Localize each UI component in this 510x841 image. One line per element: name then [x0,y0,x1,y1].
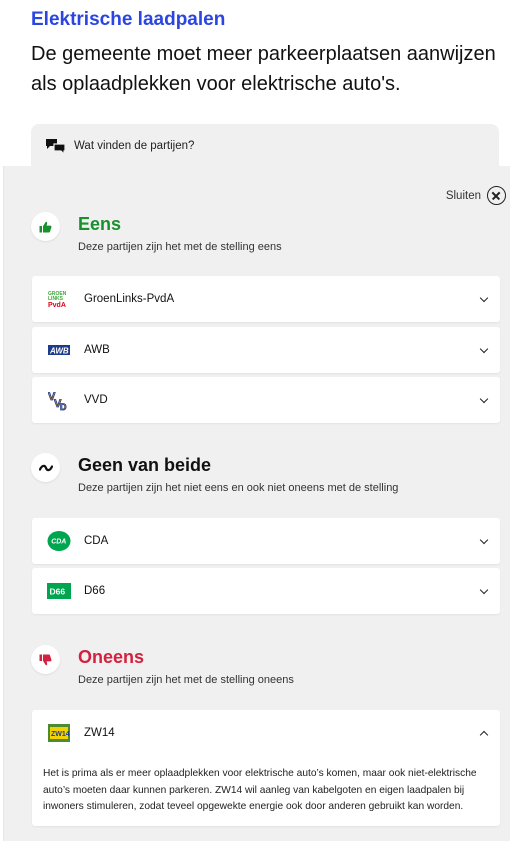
cda-logo: CDA [47,530,71,552]
group-disagree: Oneens Deze partijen zijn het met de ste… [4,645,510,695]
chevron-down-icon[interactable] [479,344,489,354]
party-name: ZW14 [84,727,115,739]
group-neutral-title: Geen van beide [78,455,212,475]
group-neutral-subtitle: Deze partijen zijn het niet eens en ook … [78,482,399,494]
chevron-up-icon[interactable] [479,730,489,740]
party-name: CDA [84,535,109,547]
svg-text:CDA: CDA [51,539,66,546]
thumbs-down-icon [31,645,60,674]
party-card-groenlinks-pvda[interactable]: GROEN LINKS PvdA GroenLinks-PvdA [32,276,500,322]
group-agree: Eens Deze partijen zijn het met de stell… [4,212,510,262]
close-icon [487,186,506,205]
statement-text: De gemeente moet meer parkeerplaatsen aa… [31,43,496,95]
chevron-down-icon[interactable] [479,293,489,303]
party-opinions-panel: Sluiten Eens Deze partijen zijn het met … [3,166,510,841]
group-agree-title: Eens [78,214,122,234]
party-card-d66[interactable]: D66 D66 [32,568,500,614]
svg-text:PvdA: PvdA [48,302,66,309]
party-explanation: Het is prima als er meer oplaadplekken v… [43,768,477,812]
group-disagree-title: Oneens [78,647,145,667]
party-card-zw14[interactable]: ZW14 ZW14 Het is prima als er meer oplaa… [32,710,500,826]
tilde-icon [31,453,60,482]
chat-bubbles-icon [45,138,67,156]
group-agree-subtitle: Deze partijen zijn het met de stelling e… [78,241,282,253]
thumbs-up-icon [31,212,60,241]
chevron-down-icon[interactable] [479,585,489,595]
close-button[interactable]: Sluiten [446,186,506,205]
party-card-awb[interactable]: AWB AWB [32,327,500,373]
svg-text:AWB: AWB [49,347,69,356]
tab-label: Wat vinden de partijen? [74,140,195,152]
party-name: VVD [84,394,108,406]
chevron-down-icon[interactable] [479,394,489,404]
group-disagree-subtitle: Deze partijen zijn het met de stelling o… [78,674,294,686]
svg-text:D: D [60,402,67,411]
party-name: D66 [84,585,106,597]
chevron-down-icon[interactable] [479,535,489,545]
groenlinks-pvda-logo: GROEN LINKS PvdA [47,288,71,310]
zw14-logo: ZW14 [47,722,71,744]
party-name: AWB [84,344,110,356]
close-label: Sluiten [445,189,481,202]
group-neutral: Geen van beide Deze partijen zijn het ni… [4,453,510,503]
tab-party-opinions[interactable]: Wat vinden de partijen? [31,124,499,168]
d66-logo: D66 [47,580,71,602]
vvd-logo: V V D [47,389,71,411]
party-card-cda[interactable]: CDA CDA [32,518,500,564]
topic-title: Elektrische laadpalen [31,9,226,30]
svg-text:D66: D66 [50,587,66,597]
party-card-vvd[interactable]: V V D VVD [32,377,500,423]
svg-text:ZW14: ZW14 [51,731,70,738]
party-name: GroenLinks-PvdA [84,293,175,305]
awb-logo: AWB [47,339,71,361]
